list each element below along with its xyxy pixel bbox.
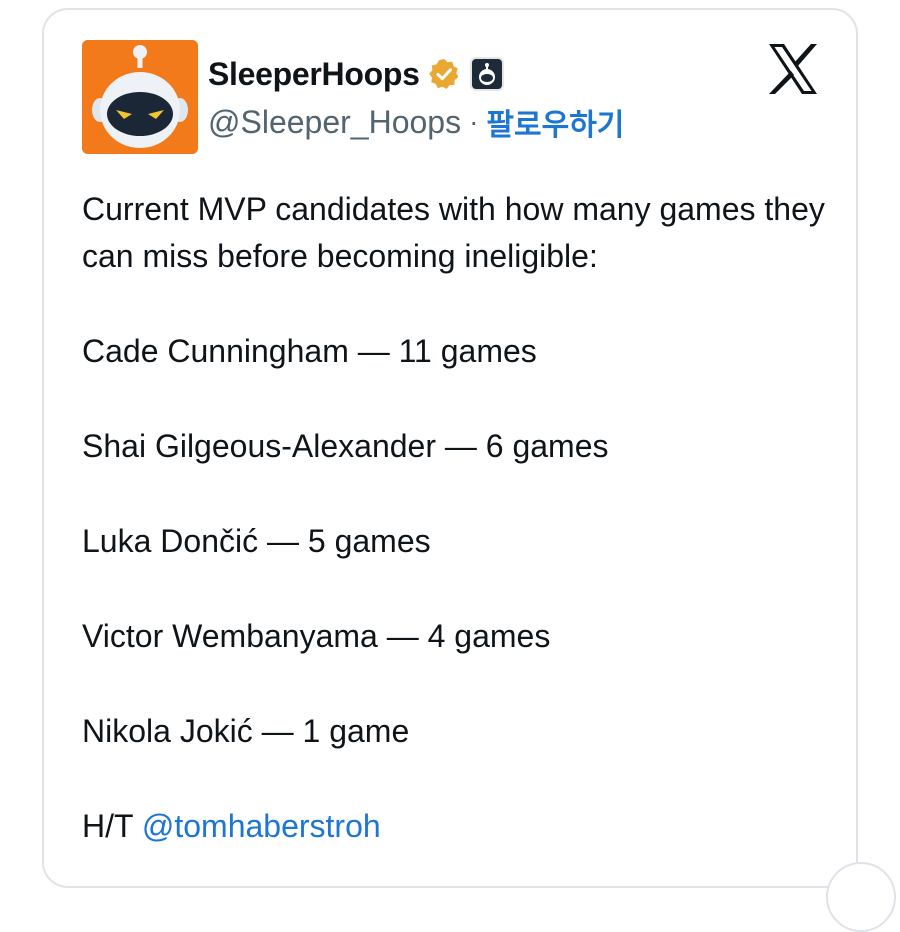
candidate-line: Shai Gilgeous-Alexander — 6 games <box>82 428 609 464</box>
tweet-body: Current MVP candidates with how many gam… <box>82 186 832 850</box>
author-display-name[interactable]: SleeperHoops <box>208 56 420 93</box>
author-handle-row: @Sleeper_Hoops · 팔로우하기 <box>208 100 624 144</box>
author-name-row: SleeperHoops <box>208 54 504 94</box>
affiliate-badge-icon[interactable] <box>469 57 504 91</box>
embedded-tweet-card: SleeperHoops @Sleeper_Hoops · 팔로우하기 Curr… <box>42 8 896 932</box>
partial-round-button[interactable] <box>826 862 896 932</box>
hat-tip-prefix: H/T <box>82 808 133 844</box>
robot-mascot-icon <box>82 40 198 154</box>
author-handle[interactable]: @Sleeper_Hoops <box>208 104 461 141</box>
tweet-intro-text: Current MVP candidates with how many gam… <box>82 191 825 274</box>
candidate-line: Nikola Jokić — 1 game <box>82 713 410 749</box>
candidate-line: Cade Cunningham — 11 games <box>82 333 537 369</box>
mention-link[interactable]: @tomhaberstroh <box>142 808 381 844</box>
candidate-line: Luka Dončić — 5 games <box>82 523 431 559</box>
affiliate-robot-icon <box>478 63 495 85</box>
hat-tip-line: H/T @tomhaberstroh <box>82 803 832 850</box>
gold-verified-badge-icon <box>428 59 458 89</box>
separator-dot: · <box>469 106 479 137</box>
candidate-line: Victor Wembanyama — 4 games <box>82 618 551 654</box>
x-logo-icon[interactable] <box>766 42 820 96</box>
follow-button[interactable]: 팔로우하기 <box>486 100 624 144</box>
profile-avatar[interactable] <box>82 40 198 154</box>
